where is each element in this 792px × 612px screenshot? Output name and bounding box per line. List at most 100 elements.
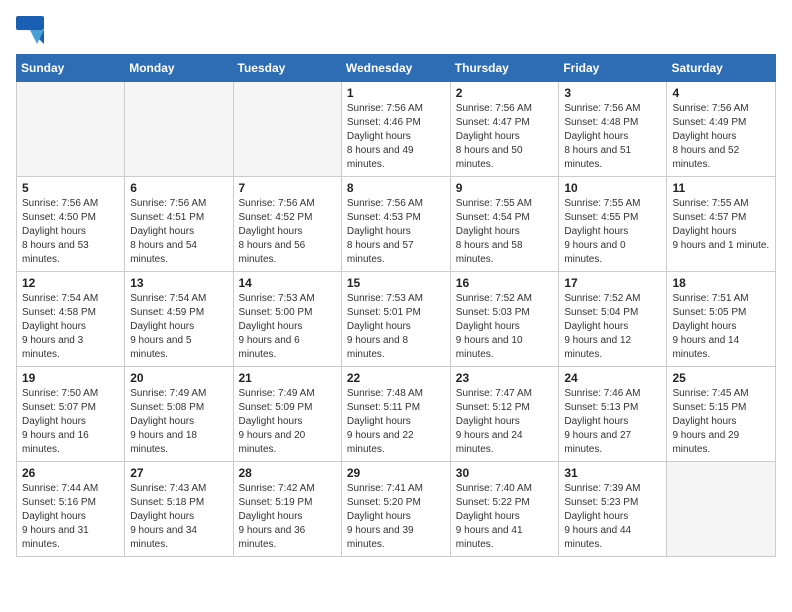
calendar-cell: 25 Sunrise: 7:45 AMSunset: 5:15 PMDayligh… [667,367,776,462]
calendar-cell [17,82,125,177]
day-number: 4 [672,86,770,100]
day-info: Sunrise: 7:53 AMSunset: 5:00 PMDaylight … [239,292,336,362]
calendar-cell: 20 Sunrise: 7:49 AMSunset: 5:08 PMDayligh… [125,367,233,462]
calendar-cell: 19Sunrise: 7:50 AMSunset: 5:07 PMDayligh… [17,367,125,462]
calendar-cell: 11Sunrise: 7:55 AMSunset: 4:57 PMDayligh… [667,177,776,272]
calendar-cell: 27 Sunrise: 7:43 AMSunset: 5:18 PMDayligh… [125,462,233,557]
day-info: Sunrise: 7:56 AMSunset: 4:48 PMDaylight … [564,102,661,172]
calendar-cell: 21 Sunrise: 7:49 AMSunset: 5:09 PMDayligh… [233,367,341,462]
page-header [16,16,776,44]
day-info: Sunrise: 7:39 AMSunset: 5:23 PMDaylight … [564,482,661,552]
day-number: 24 [564,371,661,385]
calendar-cell: 15 Sunrise: 7:53 AMSunset: 5:01 PMDayligh… [341,272,450,367]
calendar-cell: 18 Sunrise: 7:51 AMSunset: 5:05 PMDayligh… [667,272,776,367]
day-info: Sunrise: 7:54 AMSunset: 4:59 PMDaylight … [130,292,227,362]
day-number: 1 [347,86,445,100]
header-monday: Monday [125,55,233,82]
day-number: 30 [456,466,554,480]
day-number: 3 [564,86,661,100]
day-number: 20 [130,371,227,385]
calendar-table: SundayMondayTuesdayWednesdayThursdayFrid… [16,54,776,557]
day-number: 16 [456,276,554,290]
calendar-cell: 7 Sunrise: 7:56 AMSunset: 4:52 PMDaylight… [233,177,341,272]
header-saturday: Saturday [667,55,776,82]
calendar-cell: 3 Sunrise: 7:56 AMSunset: 4:48 PMDaylight… [559,82,667,177]
header-sunday: Sunday [17,55,125,82]
calendar-cell: 29 Sunrise: 7:41 AMSunset: 5:20 PMDayligh… [341,462,450,557]
calendar-cell: 14 Sunrise: 7:53 AMSunset: 5:00 PMDayligh… [233,272,341,367]
day-info: Sunrise: 7:56 AMSunset: 4:53 PMDaylight … [347,197,445,267]
day-info: Sunrise: 7:51 AMSunset: 5:05 PMDaylight … [672,292,770,362]
calendar-cell: 10Sunrise: 7:55 AMSunset: 4:55 PMDayligh… [559,177,667,272]
day-info: Sunrise: 7:56 AMSunset: 4:50 PMDaylight … [22,197,119,267]
header-wednesday: Wednesday [341,55,450,82]
day-number: 15 [347,276,445,290]
calendar-header-row: SundayMondayTuesdayWednesdayThursdayFrid… [17,55,776,82]
day-info: Sunrise: 7:52 AMSunset: 5:03 PMDaylight … [456,292,554,362]
day-info: Sunrise: 7:56 AMSunset: 4:52 PMDaylight … [239,197,336,267]
day-number: 9 [456,181,554,195]
calendar-cell: 1 Sunrise: 7:56 AMSunset: 4:46 PMDaylight… [341,82,450,177]
day-info: Sunrise: 7:56 AMSunset: 4:49 PMDaylight … [672,102,770,172]
day-info: Sunrise: 7:41 AMSunset: 5:20 PMDaylight … [347,482,445,552]
calendar-cell: 2Sunrise: 7:56 AMSunset: 4:47 PMDaylight… [450,82,559,177]
day-info: Sunrise: 7:49 AMSunset: 5:08 PMDaylight … [130,387,227,457]
day-number: 29 [347,466,445,480]
day-info: Sunrise: 7:56 AMSunset: 4:51 PMDaylight … [130,197,227,267]
calendar-cell: 22Sunrise: 7:48 AMSunset: 5:11 PMDayligh… [341,367,450,462]
calendar-cell: 26 Sunrise: 7:44 AMSunset: 5:16 PMDayligh… [17,462,125,557]
day-number: 25 [672,371,770,385]
week-row-5: 26 Sunrise: 7:44 AMSunset: 5:16 PMDayligh… [17,462,776,557]
day-info: Sunrise: 7:55 AMSunset: 4:57 PMDaylight … [672,197,770,253]
day-info: Sunrise: 7:52 AMSunset: 5:04 PMDaylight … [564,292,661,362]
calendar-cell: 13 Sunrise: 7:54 AMSunset: 4:59 PMDayligh… [125,272,233,367]
day-info: Sunrise: 7:49 AMSunset: 5:09 PMDaylight … [239,387,336,457]
calendar-cell: 16 Sunrise: 7:52 AMSunset: 5:03 PMDayligh… [450,272,559,367]
calendar-cell: 12 Sunrise: 7:54 AMSunset: 4:58 PMDayligh… [17,272,125,367]
day-number: 5 [22,181,119,195]
calendar-cell: 30 Sunrise: 7:40 AMSunset: 5:22 PMDayligh… [450,462,559,557]
day-number: 14 [239,276,336,290]
week-row-2: 5 Sunrise: 7:56 AMSunset: 4:50 PMDaylight… [17,177,776,272]
calendar-cell: 9 Sunrise: 7:55 AMSunset: 4:54 PMDaylight… [450,177,559,272]
calendar-cell: 28 Sunrise: 7:42 AMSunset: 5:19 PMDayligh… [233,462,341,557]
day-number: 26 [22,466,119,480]
day-number: 7 [239,181,336,195]
week-row-4: 19Sunrise: 7:50 AMSunset: 5:07 PMDayligh… [17,367,776,462]
day-info: Sunrise: 7:54 AMSunset: 4:58 PMDaylight … [22,292,119,362]
day-info: Sunrise: 7:56 AMSunset: 4:46 PMDaylight … [347,102,445,172]
day-number: 23 [456,371,554,385]
day-number: 12 [22,276,119,290]
day-number: 28 [239,466,336,480]
day-info: Sunrise: 7:46 AMSunset: 5:13 PMDaylight … [564,387,661,457]
day-info: Sunrise: 7:40 AMSunset: 5:22 PMDaylight … [456,482,554,552]
logo-icon [16,16,44,44]
day-info: Sunrise: 7:45 AMSunset: 5:15 PMDaylight … [672,387,770,457]
logo [16,16,48,44]
day-info: Sunrise: 7:47 AMSunset: 5:12 PMDaylight … [456,387,554,457]
week-row-1: 1 Sunrise: 7:56 AMSunset: 4:46 PMDaylight… [17,82,776,177]
calendar-cell [125,82,233,177]
calendar-cell: 23 Sunrise: 7:47 AMSunset: 5:12 PMDayligh… [450,367,559,462]
calendar-cell [233,82,341,177]
header-friday: Friday [559,55,667,82]
day-info: Sunrise: 7:55 AMSunset: 4:54 PMDaylight … [456,197,554,267]
day-info: Sunrise: 7:42 AMSunset: 5:19 PMDaylight … [239,482,336,552]
day-number: 31 [564,466,661,480]
header-tuesday: Tuesday [233,55,341,82]
day-number: 2 [456,86,554,100]
day-number: 27 [130,466,227,480]
day-number: 17 [564,276,661,290]
day-number: 13 [130,276,227,290]
calendar-cell: 8 Sunrise: 7:56 AMSunset: 4:53 PMDaylight… [341,177,450,272]
day-info: Sunrise: 7:48 AMSunset: 5:11 PMDaylight … [347,387,445,457]
day-info: Sunrise: 7:44 AMSunset: 5:16 PMDaylight … [22,482,119,552]
day-info: Sunrise: 7:53 AMSunset: 5:01 PMDaylight … [347,292,445,362]
header-thursday: Thursday [450,55,559,82]
day-number: 8 [347,181,445,195]
day-number: 21 [239,371,336,385]
day-info: Sunrise: 7:43 AMSunset: 5:18 PMDaylight … [130,482,227,552]
week-row-3: 12 Sunrise: 7:54 AMSunset: 4:58 PMDayligh… [17,272,776,367]
day-number: 18 [672,276,770,290]
calendar-cell: 17 Sunrise: 7:52 AMSunset: 5:04 PMDayligh… [559,272,667,367]
